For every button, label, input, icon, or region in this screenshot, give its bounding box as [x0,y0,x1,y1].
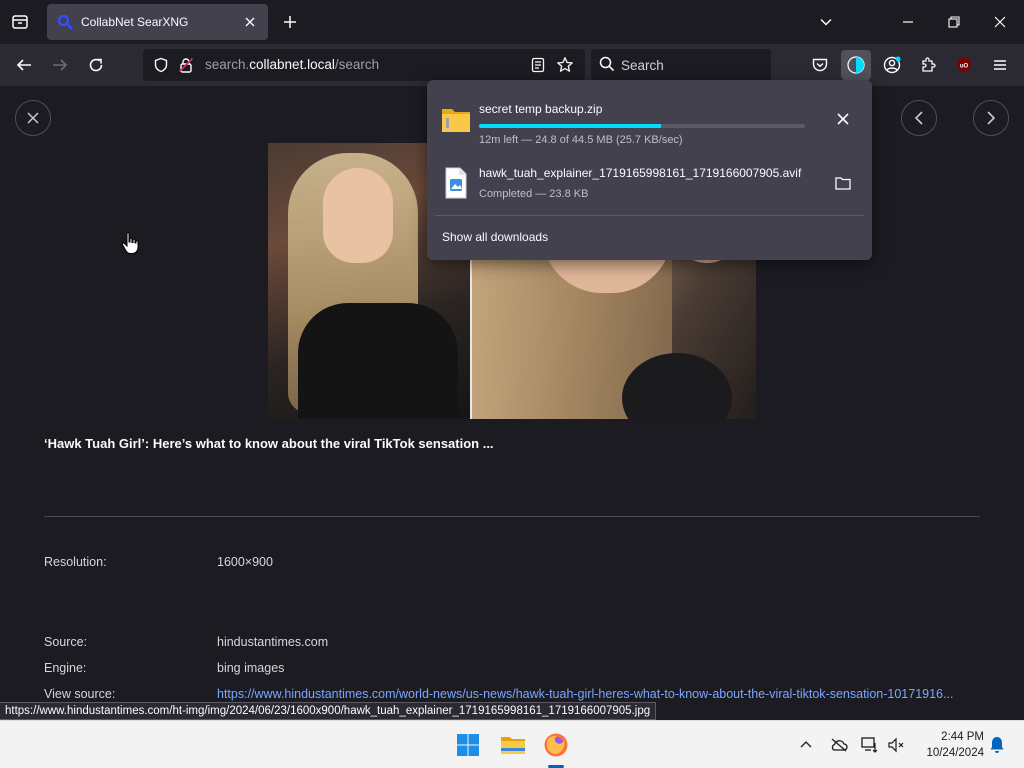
tab-list-icon[interactable] [8,10,32,34]
shield-icon[interactable] [151,55,171,75]
image-face-left [323,168,393,263]
downloads-icon[interactable] [841,50,871,80]
result-title[interactable]: ‘Hawk Tuah Girl’: Here’s what to know ab… [44,436,494,451]
view-source-link[interactable]: https://www.hindustantimes.com/world-new… [217,687,977,701]
minimize-icon[interactable] [898,12,918,32]
tab-searxng[interactable]: CollabNet SearXNG [47,4,268,40]
downloads-panel: secret temp backup.zip 12m left — 24.8 o… [427,80,872,260]
searxng-favicon-icon [57,14,73,30]
download-item-avif[interactable]: hawk_tuah_explainer_1719165998161_171916… [435,152,864,214]
download-filename: secret temp backup.zip [479,102,603,116]
engine-label: Engine: [44,661,87,675]
reload-icon[interactable] [84,53,108,77]
chevron-down-icon[interactable] [816,12,836,32]
windows-taskbar: 2:44 PM 10/24/2024 [0,720,1024,768]
resolution-label: Resolution: [44,555,107,569]
tab-strip: CollabNet SearXNG [0,0,1024,44]
new-tab-icon[interactable] [280,12,300,32]
link-status-tooltip: https://www.hindustantimes.com/ht-img/im… [0,702,657,720]
volume-muted-icon[interactable] [886,735,906,755]
search-input[interactable] [621,55,761,75]
firefox-icon[interactable] [538,727,574,763]
tray-chevron-up-icon[interactable] [796,735,816,755]
next-image-button[interactable] [973,100,1009,136]
restore-icon[interactable] [944,12,964,32]
close-detail-button[interactable] [15,100,51,136]
window-close-icon[interactable] [990,12,1010,32]
tab-close-icon[interactable] [242,14,258,30]
url-text[interactable]: search.collabnet.local/search [205,57,379,72]
search-bar[interactable] [591,49,771,81]
tab-title: CollabNet SearXNG [81,15,189,29]
file-explorer-icon[interactable] [495,727,531,763]
search-icon [599,56,617,74]
ublock-origin-icon[interactable]: uO [949,50,979,80]
network-icon[interactable] [860,735,880,755]
zip-folder-icon [442,109,470,132]
menu-hamburger-icon[interactable] [985,50,1015,80]
divider [44,516,980,517]
engine-value: bing images [217,661,285,675]
download-status: 12m left — 24.8 of 44.5 MB (25.7 KB/sec) [479,134,683,146]
account-icon[interactable] [877,50,907,80]
svg-text:uO: uO [960,64,969,70]
download-status: Completed — 23.8 KB [479,188,589,200]
downloads-separator [435,215,864,216]
url-path: /search [334,57,380,72]
windows-start-icon[interactable] [450,727,486,763]
clock-time: 2:44 PM [941,731,984,743]
reader-view-icon[interactable] [528,55,548,75]
clock-date: 10/24/2024 [926,747,984,759]
close-icon [27,112,39,124]
onedrive-offline-icon[interactable] [829,735,849,755]
pocket-icon[interactable] [805,50,835,80]
source-value: hindustantimes.com [217,635,329,649]
url-bar[interactable]: search.collabnet.local/search [143,49,585,81]
extensions-icon[interactable] [913,50,943,80]
image-shirt-left [298,303,458,419]
insecure-lock-icon[interactable] [176,55,196,75]
taskbar-clock[interactable]: 2:44 PM 10/24/2024 [912,729,984,761]
url-host: collabnet.local [249,57,335,72]
back-arrow-icon[interactable] [12,53,36,77]
download-progress-bar [479,124,805,128]
bookmark-star-icon[interactable] [555,55,575,75]
chevron-left-icon [914,111,923,125]
download-item-zip[interactable]: secret temp backup.zip 12m left — 24.8 o… [435,88,864,150]
view-source-label: View source: [44,687,116,701]
forward-arrow-icon[interactable] [48,53,72,77]
notification-bell-icon[interactable] [987,735,1007,755]
hand-cursor-icon [121,232,139,254]
image-file-icon [445,167,467,199]
url-prefix: search. [205,57,250,72]
show-in-folder-icon[interactable] [832,172,854,194]
chevron-right-icon [987,111,996,125]
previous-image-button[interactable] [901,100,937,136]
download-progress-fill [479,124,661,128]
source-label: Source: [44,635,88,649]
resolution-value: 1600×900 [217,555,273,569]
download-filename: hawk_tuah_explainer_1719165998161_171916… [479,166,802,180]
cancel-download-icon[interactable] [832,108,854,130]
show-all-downloads-link[interactable]: Show all downloads [442,230,548,244]
